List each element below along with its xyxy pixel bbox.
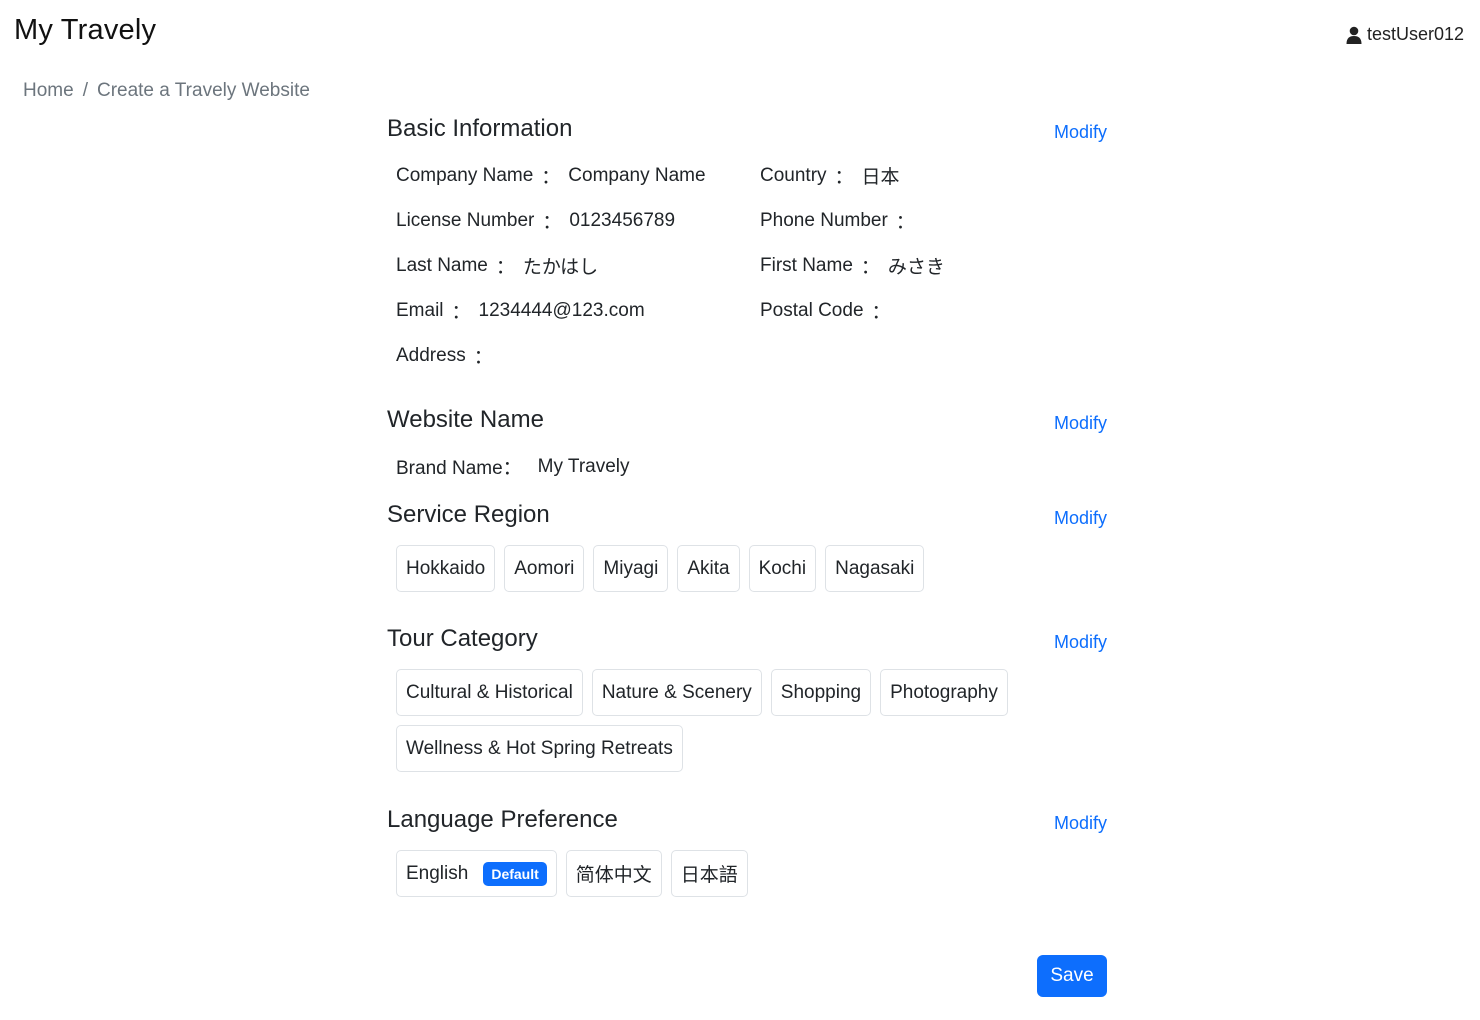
category-chip: Shopping (770, 669, 872, 716)
region-chip: Hokkaido (396, 545, 496, 592)
region-chip: Aomori (504, 545, 585, 592)
language-label: English (406, 862, 469, 884)
language-chip: 简体中文 (565, 850, 662, 897)
app-title: My Travely (14, 14, 157, 46)
region-chip: Kochi (748, 545, 817, 592)
service-region-list: Hokkaido Aomori Miyagi Akita Kochi Nagas… (387, 545, 1047, 592)
field-first-name: First Name：みさき (760, 254, 945, 279)
modify-language-preference-link[interactable]: Modify (1054, 813, 1107, 834)
field-license-number: License Number： 0123456789 (396, 209, 676, 234)
language-chip: 日本語 (670, 850, 748, 897)
modify-tour-category-link[interactable]: Modify (1054, 632, 1107, 653)
breadcrumb-separator: / (82, 80, 88, 101)
language-list: English Default 简体中文 日本語 (387, 850, 1047, 897)
modify-service-region-link[interactable]: Modify (1054, 508, 1107, 529)
save-button[interactable]: Save (1037, 955, 1107, 997)
field-address: Address： (396, 344, 493, 369)
field-email: Email： 1234444@123.com (396, 299, 645, 324)
field-postal-code: Postal Code： (760, 299, 891, 324)
modify-basic-information-link[interactable]: Modify (1054, 122, 1107, 143)
field-phone-number: Phone Number： (760, 209, 915, 234)
user-menu[interactable]: testUser012 (1346, 24, 1464, 45)
basic-information-section: Basic Information Modify Company Name： Co… (387, 113, 1107, 378)
field-company-name: Company Name： Company Name (396, 164, 706, 189)
section-title: Language Preference (387, 806, 618, 833)
person-icon (1346, 26, 1362, 44)
region-chip: Nagasaki (825, 545, 925, 592)
field-last-name: Last Name：たかはし (396, 254, 599, 279)
brand-name-value: My Travely (537, 455, 630, 477)
language-chip-english: English Default (396, 850, 557, 897)
category-chip: Cultural & Historical (396, 669, 583, 716)
breadcrumb: Home / Create a Travely Website (23, 80, 310, 102)
language-preference-section: Language Preference Modify English Defau… (387, 804, 1107, 897)
region-chip: Miyagi (593, 545, 669, 592)
default-badge: Default (483, 861, 547, 886)
category-chip: Photography (880, 669, 1008, 716)
main-content: Basic Information Modify Company Name： Co… (387, 113, 1107, 897)
website-name-section: Website Name Modify Brand Name： My Trave… (387, 404, 1107, 489)
modify-website-name-link[interactable]: Modify (1054, 413, 1107, 434)
field-brand-name: Brand Name： My Travely (387, 444, 1107, 489)
section-title: Basic Information (387, 115, 573, 142)
category-chip: Wellness & Hot Spring Retreats (396, 725, 683, 772)
category-chip: Nature & Scenery (591, 669, 762, 716)
section-title: Website Name (387, 406, 544, 433)
brand-name-label: Brand Name： (396, 458, 522, 479)
breadcrumb-home[interactable]: Home (23, 80, 74, 102)
service-region-section: Service Region Modify Hokkaido Aomori Mi… (387, 499, 1107, 592)
basic-info-grid: Company Name： Company Name Country：日本 Lic… (387, 153, 1107, 378)
tour-category-section: Tour Category Modify Cultural & Historic… (387, 623, 1107, 772)
breadcrumb-current: Create a Travely Website (96, 80, 310, 101)
field-country: Country：日本 (760, 164, 900, 189)
user-name: testUser012 (1366, 24, 1464, 44)
section-title: Tour Category (387, 625, 538, 652)
section-title: Service Region (387, 501, 550, 528)
tour-category-list: Cultural & Historical Nature & Scenery S… (387, 669, 1047, 772)
region-chip: Akita (677, 545, 740, 592)
